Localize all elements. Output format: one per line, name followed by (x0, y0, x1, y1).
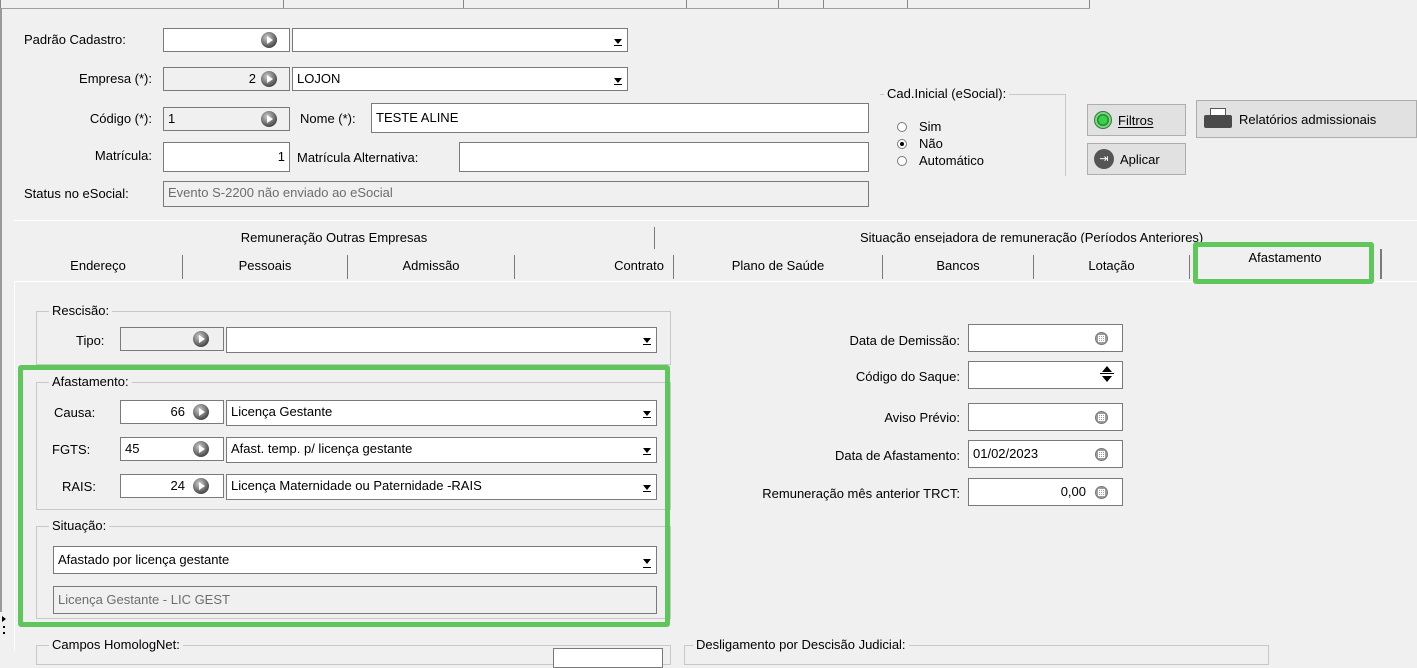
remuneracao-mes-anterior-label: Remuneração mês anterior TRCT: (762, 486, 960, 501)
aviso-previo-label: Aviso Prévio: (884, 410, 960, 425)
lookup-icon[interactable] (193, 478, 209, 494)
homolognet-title: Campos HomologNet: (49, 637, 183, 652)
afastamento-title: Afastamento: (49, 374, 132, 389)
tab-pessoais[interactable]: Pessoais (183, 255, 348, 279)
causa-select[interactable]: Licença Gestante (226, 400, 657, 426)
matricula-label: Matrícula: (94, 148, 152, 163)
chevron-down-icon[interactable] (638, 439, 655, 459)
empresa-select[interactable]: LOJON (292, 67, 628, 91)
tab-afastamento[interactable]: Afastamento (1190, 249, 1382, 279)
causa-select-value: Licença Gestante (231, 404, 333, 419)
chevron-down-icon[interactable] (638, 476, 655, 496)
filter-icon (1094, 111, 1112, 129)
fgts-select[interactable]: Afast. temp. p/ licença gestante (226, 437, 657, 463)
nome-label: Nome (*): (300, 111, 356, 126)
calendar-icon[interactable] (1095, 448, 1108, 461)
printer-icon (1203, 108, 1233, 130)
tab-plano-de-saude[interactable]: Plano de Saúde (674, 255, 883, 279)
empresa-label: Empresa (*): (79, 71, 152, 86)
radio-sim-label: Sim (919, 119, 942, 134)
rais-select-value: Licença Maternidade ou Paternidade -RAIS (231, 478, 482, 493)
tab-lotacao[interactable]: Lotação (1034, 255, 1190, 279)
status-esocial-field: Evento S-2200 não enviado ao eSocial (163, 181, 869, 207)
cad-inicial-title: Cad.Inicial (eSocial): (884, 86, 1010, 101)
matricula-input[interactable]: 1 (163, 142, 290, 172)
lookup-icon[interactable] (261, 32, 277, 48)
data-demissao-label: Data de Demissão: (849, 333, 960, 348)
radio-nao[interactable] (897, 139, 907, 149)
apply-icon: ⇥ (1094, 149, 1114, 169)
chevron-down-icon[interactable] (609, 30, 626, 50)
calendar-icon[interactable] (1095, 411, 1108, 424)
filtros-label: Filtros (1118, 112, 1154, 128)
desligamento-judicial-title: Desligamento por Descisão Judicial: (693, 637, 909, 652)
codigo-label: Código (*): (89, 111, 152, 126)
desligamento-judicial-group: Desligamento por Descisão Judicial: (684, 637, 1269, 665)
left-edge (0, 8, 2, 651)
tab-remuneracao-outras-empresas[interactable]: Remuneração Outras Empresas (14, 227, 655, 249)
tab-contrato[interactable]: Contrato (515, 255, 674, 279)
relatorios-label: Relatórios admissionais (1239, 111, 1377, 127)
lookup-icon[interactable] (193, 331, 209, 347)
situacao-select-value: Afastado por licença gestante (58, 552, 230, 567)
calendar-icon[interactable] (1095, 332, 1108, 345)
tab-row-top: Remuneração Outras Empresas Situação ens… (14, 227, 1415, 249)
radio-nao-label: Não (919, 136, 943, 151)
padrao-cadastro-label: Padrão Cadastro: (24, 32, 126, 47)
fgts-select-value: Afast. temp. p/ licença gestante (231, 441, 413, 456)
nome-input[interactable]: TESTE ALINE (371, 103, 869, 133)
causa-label: Causa: (54, 405, 96, 420)
tab-endereco[interactable]: Endereço (14, 255, 183, 279)
tab-admissao[interactable]: Admissão (348, 255, 515, 279)
situacao-description-field: Licença Gestante - LIC GEST (53, 586, 657, 614)
lookup-icon[interactable] (193, 441, 209, 457)
rais-select[interactable]: Licença Maternidade ou Paternidade -RAIS (226, 474, 657, 500)
filtros-button[interactable]: Filtros (1087, 104, 1186, 136)
padrao-cadastro-select[interactable] (292, 28, 628, 52)
situacao-title: Situação: (49, 518, 110, 533)
chevron-down-icon[interactable] (638, 548, 655, 572)
radio-automatico-label: Automático (919, 153, 985, 168)
status-esocial-label: Status no eSocial: (24, 186, 129, 201)
empresa-select-value: LOJON (297, 71, 341, 86)
relatorios-admissionais-button[interactable]: Relatórios admissionais (1196, 100, 1417, 138)
chevron-down-icon[interactable] (638, 329, 655, 349)
spinner-icon[interactable] (1099, 363, 1115, 385)
tab-situacao-ensejadora[interactable]: Situação ensejadora de remuneração (Perí… (655, 227, 1415, 243)
tab-bancos[interactable]: Bancos (883, 255, 1034, 279)
chevron-down-icon[interactable] (609, 69, 626, 89)
calculator-icon[interactable] (1095, 486, 1108, 499)
lookup-icon[interactable] (193, 404, 209, 420)
lookup-icon[interactable] (261, 111, 277, 127)
splitter-handle[interactable] (0, 612, 10, 651)
rais-label: RAIS: (62, 479, 96, 494)
aplicar-label: Aplicar (1120, 151, 1160, 167)
fgts-label: FGTS: (52, 442, 91, 457)
rescisao-title: Rescisão: (49, 303, 113, 318)
matricula-alternativa-label: Matrícula Alternativa: (297, 150, 419, 165)
tipo-label: Tipo: (76, 333, 105, 348)
tipo-select[interactable] (226, 327, 657, 353)
aplicar-button[interactable]: ⇥ Aplicar (1087, 143, 1186, 175)
radio-automatico[interactable] (897, 156, 907, 166)
chevron-down-icon[interactable] (638, 402, 655, 422)
tabs-separator-line (14, 220, 1417, 221)
top-strip (0, 0, 1090, 9)
radio-sim[interactable] (897, 122, 907, 132)
matricula-alternativa-input[interactable] (459, 142, 869, 172)
situacao-select[interactable]: Afastado por licença gestante (53, 546, 657, 574)
codigo-saque-label: Código do Saque: (855, 369, 960, 384)
tab-row-bottom: Endereço Pessoais Admissão Contrato Plan… (14, 249, 1382, 279)
homolognet-input[interactable] (553, 648, 663, 668)
lookup-icon[interactable] (261, 71, 277, 87)
data-afastamento-label: Data de Afastamento: (834, 448, 960, 463)
